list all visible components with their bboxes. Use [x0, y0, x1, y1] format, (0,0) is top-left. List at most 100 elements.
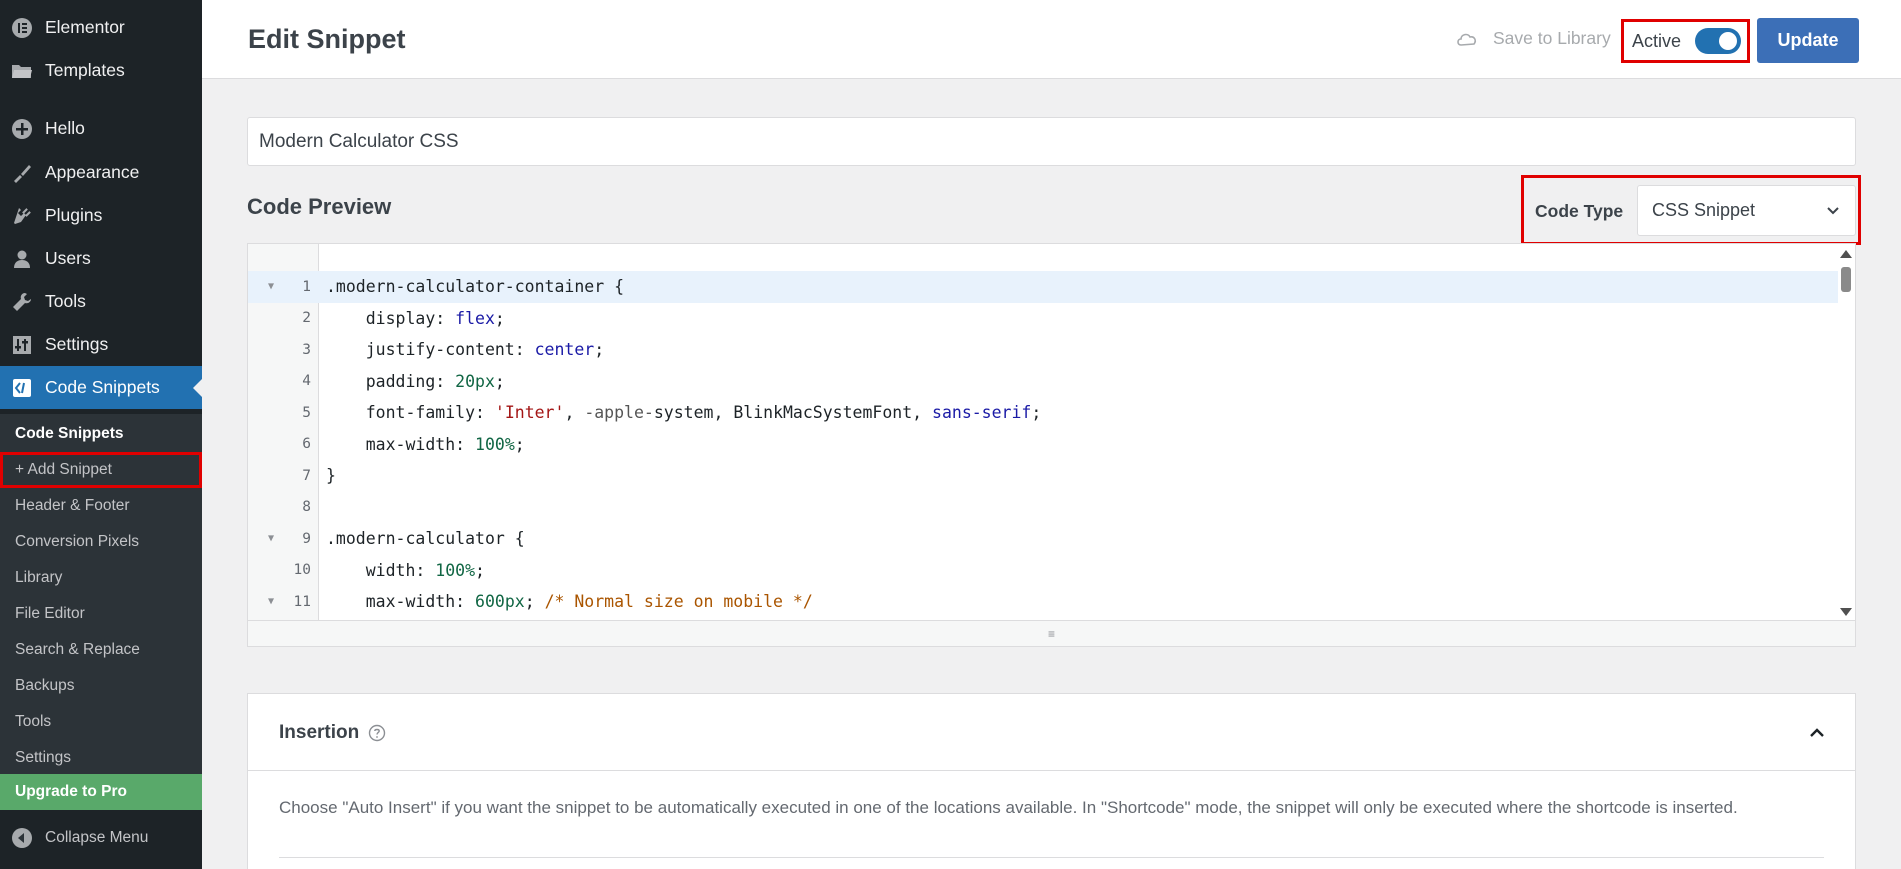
code-preview-heading: Code Preview	[247, 194, 392, 219]
line-number: 11	[293, 593, 311, 610]
code-type-label: Code Type	[1535, 201, 1624, 221]
sidebar-item-tools[interactable]: Tools	[0, 280, 202, 323]
code-text: padding: 20px;	[326, 371, 505, 391]
code-line[interactable]: 4 padding: 20px;	[248, 366, 1838, 398]
line-number: 3	[302, 341, 311, 358]
line-number: 8	[302, 499, 311, 516]
chevron-down-icon	[1825, 203, 1841, 219]
code-text: justify-content: center;	[326, 340, 605, 360]
cloud-icon	[1455, 29, 1479, 49]
submenu-add-snippet[interactable]: + Add Snippet	[0, 452, 202, 488]
scroll-down-icon[interactable]	[1840, 608, 1852, 616]
line-number: 10	[293, 562, 311, 579]
insertion-panel: Insertion Choose "Auto Insert" if you wa…	[247, 693, 1856, 869]
line-number: 7	[302, 467, 311, 484]
app: Elementor Templates Hello Appearance Plu…	[0, 0, 1901, 869]
submenu-conversion-pixels[interactable]: Conversion Pixels	[0, 524, 202, 560]
editor-resize-handle[interactable]: ≡	[248, 620, 1855, 646]
code-text: }	[326, 466, 336, 486]
active-label: Active	[1632, 30, 1682, 51]
user-icon	[10, 247, 34, 271]
submenu-tools[interactable]: Tools	[0, 704, 202, 740]
code-icon	[10, 376, 34, 400]
line-number: 5	[302, 404, 311, 421]
insertion-title: Insertion	[279, 722, 360, 743]
plus-circle-icon	[10, 117, 34, 141]
update-button[interactable]: Update	[1757, 18, 1859, 63]
brush-icon	[10, 161, 34, 185]
elementor-icon	[10, 16, 34, 40]
code-type-select[interactable]: CSS Snippet	[1637, 185, 1856, 236]
code-type-group: Code Type CSS Snippet	[1521, 175, 1861, 245]
code-type-value: CSS Snippet	[1652, 200, 1756, 220]
sidebar-item-label: Elementor	[45, 17, 125, 37]
editor-scrollbar[interactable]	[1837, 244, 1855, 622]
line-number: 1	[302, 278, 311, 295]
help-icon[interactable]	[368, 724, 386, 742]
sidebar-item-elementor[interactable]: Elementor	[0, 6, 202, 49]
insertion-description: Choose "Auto Insert" if you want the sni…	[279, 798, 1738, 817]
sidebar-item-label: Tools	[45, 291, 86, 311]
sidebar-item-hello[interactable]: Hello	[0, 107, 202, 150]
insertion-panel-header[interactable]: Insertion	[248, 694, 1855, 771]
code-line[interactable]: 3 justify-content: center;	[248, 334, 1838, 366]
code-line[interactable]: ▼ 1 .modern-calculator-container {	[248, 271, 1838, 303]
code-snippets-submenu: Code Snippets + Add Snippet Header & Foo…	[0, 414, 202, 774]
sidebar-item-label: Users	[45, 248, 91, 268]
insertion-title-wrap: Insertion	[279, 722, 386, 744]
admin-sidebar: Elementor Templates Hello Appearance Plu…	[0, 0, 202, 869]
code-text: font-family: 'Inter', -apple-system, Bli…	[326, 403, 1042, 423]
code-text: .modern-calculator-container {	[326, 277, 625, 297]
plug-icon	[10, 204, 34, 228]
code-line[interactable]: ▼ 11 max-width: 600px; /* Normal size on…	[248, 586, 1838, 618]
code-text: max-width: 100%;	[326, 434, 525, 454]
code-editor[interactable]: ▼ 1 .modern-calculator-container { 2 dis…	[247, 243, 1856, 647]
code-line[interactable]: 2 display: flex;	[248, 303, 1838, 335]
sidebar-item-templates[interactable]: Templates	[0, 49, 202, 92]
sliders-icon	[10, 333, 34, 357]
active-toggle-group: Active	[1621, 19, 1750, 63]
sidebar-item-label: Templates	[45, 60, 125, 80]
code-line[interactable]: ▼ 9 .modern-calculator {	[248, 523, 1838, 555]
submenu-library[interactable]: Library	[0, 560, 202, 596]
submenu-settings[interactable]: Settings	[0, 740, 202, 776]
scroll-up-icon[interactable]	[1840, 250, 1852, 258]
code-text: .modern-calculator {	[326, 529, 525, 549]
save-to-library-label: Save to Library	[1493, 28, 1611, 48]
submenu-code-snippets[interactable]: Code Snippets	[0, 416, 202, 452]
sidebar-item-label: Plugins	[45, 205, 103, 225]
code-line[interactable]: 5 font-family: 'Inter', -apple-system, B…	[248, 397, 1838, 429]
wrench-icon	[10, 290, 34, 314]
submenu-backups[interactable]: Backups	[0, 668, 202, 704]
active-toggle[interactable]	[1695, 28, 1742, 54]
save-to-library-button[interactable]: Save to Library	[1455, 28, 1611, 49]
code-text: display: flex;	[326, 308, 505, 328]
chevron-up-icon[interactable]	[1808, 724, 1826, 742]
sidebar-item-users[interactable]: Users	[0, 237, 202, 280]
line-number: 2	[302, 310, 311, 327]
sidebar-item-plugins[interactable]: Plugins	[0, 194, 202, 237]
code-line[interactable]: 6 max-width: 100%;	[248, 429, 1838, 461]
sidebar-item-label: Settings	[45, 334, 109, 354]
sidebar-item-appearance[interactable]: Appearance	[0, 151, 202, 194]
submenu-file-editor[interactable]: File Editor	[0, 596, 202, 632]
code-line[interactable]: 8	[248, 492, 1838, 524]
code-line[interactable]: 7 }	[248, 460, 1838, 492]
sidebar-item-label: Code Snippets	[45, 377, 160, 397]
submenu-header-footer[interactable]: Header & Footer	[0, 488, 202, 524]
divider	[279, 857, 1824, 858]
submenu-search-replace[interactable]: Search & Replace	[0, 632, 202, 668]
collapse-arrow-icon	[10, 826, 34, 850]
snippet-title-input[interactable]: Modern Calculator CSS	[247, 117, 1856, 166]
sidebar-item-code-snippets[interactable]: Code Snippets	[0, 366, 202, 409]
code-lines: ▼ 1 .modern-calculator-container { 2 dis…	[248, 271, 1838, 618]
sidebar-item-settings[interactable]: Settings	[0, 323, 202, 366]
sidebar-item-label: Hello	[45, 118, 85, 138]
upgrade-to-pro-link[interactable]: Upgrade to Pro	[0, 774, 202, 810]
collapse-menu-button[interactable]: Collapse Menu	[0, 818, 202, 858]
collapse-menu-label: Collapse Menu	[45, 829, 149, 846]
code-line[interactable]: 10 width: 100%;	[248, 555, 1838, 587]
line-number: 4	[302, 373, 311, 390]
toggle-knob	[1719, 32, 1738, 50]
scroll-thumb[interactable]	[1841, 267, 1851, 292]
